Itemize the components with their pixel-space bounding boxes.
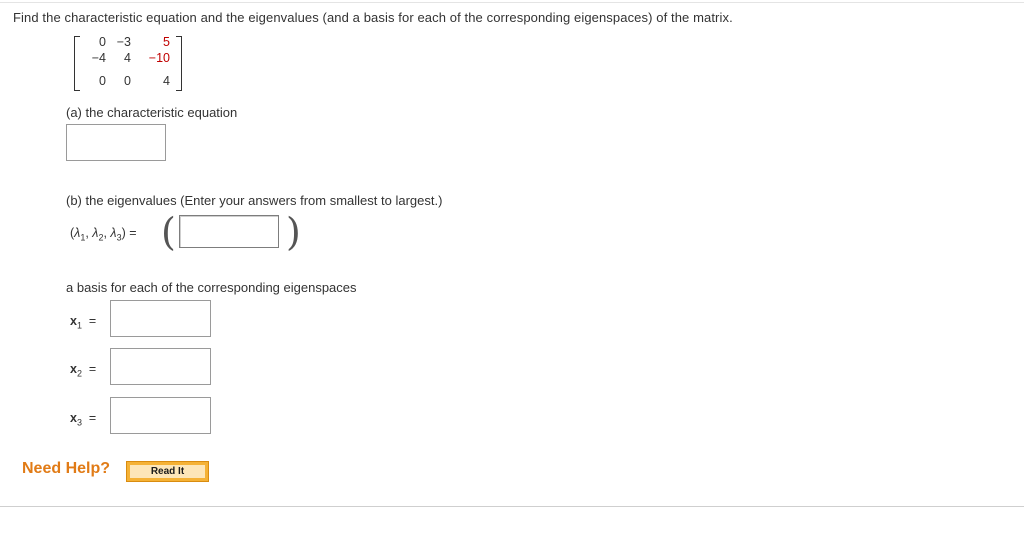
matrix-cell: −3 — [116, 35, 131, 49]
x3-basis-input[interactable] — [110, 397, 211, 434]
x1-basis-input[interactable] — [110, 300, 211, 337]
matrix-cell: 5 — [163, 35, 170, 49]
top-divider — [0, 2, 1024, 3]
part-a-label: (a) the characteristic equation — [66, 105, 238, 120]
matrix-cell: −10 — [148, 51, 170, 65]
characteristic-equation-input[interactable] — [66, 124, 166, 161]
x2-label: x2 = — [70, 362, 97, 379]
read-it-label: Read It — [130, 465, 205, 478]
left-paren: ( — [161, 210, 176, 254]
right-paren: ) — [286, 210, 301, 254]
matrix-cell: 0 — [124, 74, 131, 88]
eigenvalues-input[interactable] — [179, 215, 279, 248]
matrix-cell: −4 — [91, 51, 106, 65]
matrix: 0 −3 5 −4 4 −10 0 0 4 — [74, 34, 182, 91]
part-b-label: (b) the eigenvalues (Enter your answers … — [66, 193, 443, 208]
read-it-button[interactable]: Read It — [126, 461, 209, 482]
basis-label: a basis for each of the corresponding ei… — [66, 280, 357, 295]
x3-label: x3 = — [70, 411, 97, 428]
bottom-divider — [0, 506, 1024, 507]
x1-label: x1 = — [70, 314, 97, 331]
question-text: Find the characteristic equation and the… — [13, 10, 733, 25]
matrix-right-bracket — [176, 36, 182, 91]
matrix-cell: 4 — [163, 74, 170, 88]
x2-basis-input[interactable] — [110, 348, 211, 385]
need-help-label: Need Help? — [22, 460, 111, 477]
eigenvalues-label: (λ1, λ2, λ3) = — [70, 226, 137, 243]
